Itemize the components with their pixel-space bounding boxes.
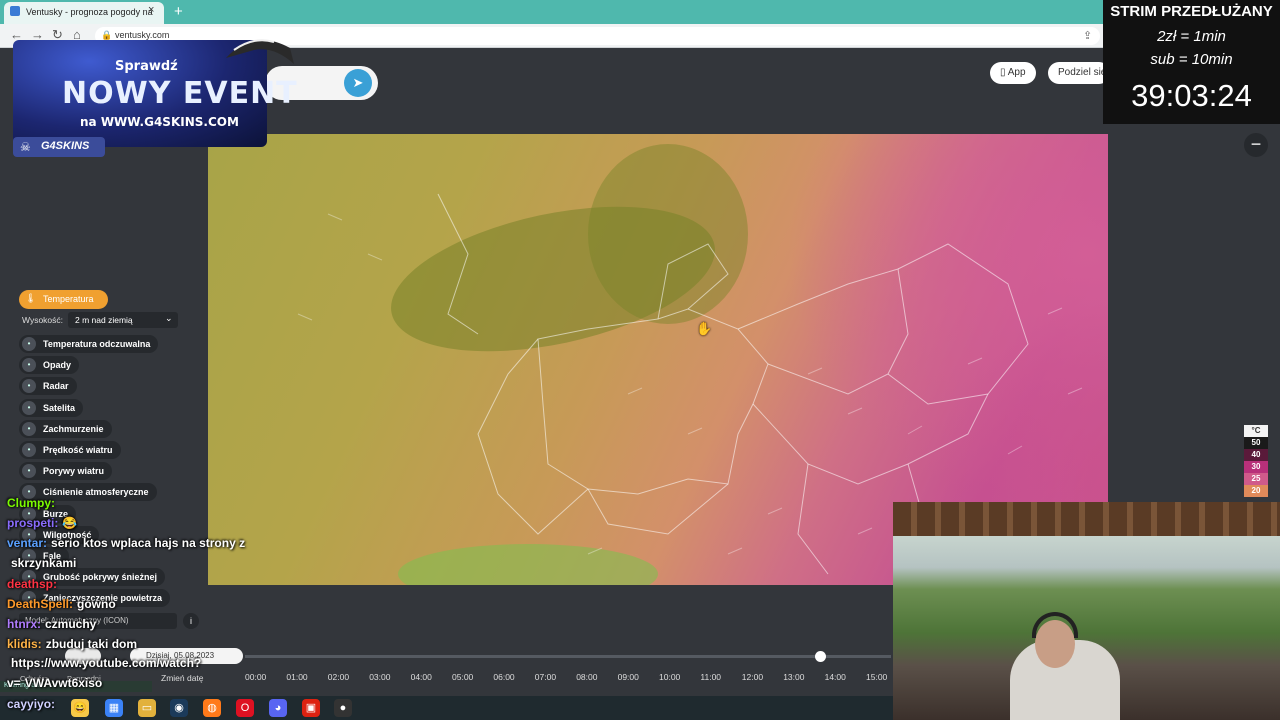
- satellite-icon: •: [22, 400, 36, 415]
- share-page-button[interactable]: Podziel się: [1048, 62, 1110, 84]
- legend-step: 25: [1244, 473, 1268, 485]
- timeline-handle[interactable]: [814, 651, 826, 662]
- phone-icon: ▯: [1000, 67, 1008, 78]
- promo-headline: NOWY EVENT: [62, 76, 298, 111]
- chat-text: serio ktos wplaca hajs na strony z: [51, 536, 246, 550]
- chat-message: deathsp:: [7, 577, 61, 591]
- chat-text: VWAvwt6xiso: [24, 676, 103, 690]
- timeline-hour[interactable]: 02:00: [328, 672, 349, 682]
- chat-message: DeathSpell: gowno: [7, 597, 116, 611]
- legend-step: 50: [1244, 437, 1268, 449]
- chat-text: gowno: [77, 597, 116, 611]
- timeline-hour[interactable]: 13:00: [783, 672, 804, 682]
- opera-icon[interactable]: O: [236, 699, 254, 717]
- chat-message: Clumpy:: [7, 496, 59, 510]
- ventusky-favicon-icon: [10, 6, 20, 16]
- wind-icon: •: [22, 443, 36, 457]
- obs-icon[interactable]: ●: [334, 699, 352, 717]
- promo-url: na WWW.G4SKINS.COM: [80, 115, 239, 129]
- chat-text: 😂: [62, 516, 78, 530]
- timeline-hour[interactable]: 06:00: [493, 672, 514, 682]
- chat-message: klidis: zbuduj taki dom: [7, 637, 137, 651]
- timeline-hour[interactable]: 00:00: [245, 672, 266, 682]
- locate-icon[interactable]: ➤: [344, 69, 372, 97]
- change-date-link[interactable]: Zmień datę: [161, 673, 204, 683]
- hand-cursor-icon: ✋: [696, 321, 713, 336]
- timeline-hour[interactable]: 04:00: [411, 672, 432, 682]
- timeline-hour[interactable]: 03:00: [369, 672, 390, 682]
- chat-nick: DeathSpell:: [7, 597, 74, 611]
- chat-text: czmuchy: [45, 617, 97, 631]
- taskbar: [0, 696, 893, 720]
- firefox-icon[interactable]: ◍: [203, 699, 221, 717]
- new-tab-button[interactable]: +: [174, 3, 183, 20]
- timeline-hour[interactable]: 05:00: [452, 672, 473, 682]
- timeline-track[interactable]: [245, 655, 891, 658]
- stream-rate-sub: sub = 10min: [1150, 51, 1233, 68]
- chat-nick: htnrx:: [7, 617, 41, 631]
- timeline-hour[interactable]: 12:00: [742, 672, 763, 682]
- chat-nick: Clumpy:: [7, 496, 55, 510]
- feels-like-icon: •: [22, 337, 36, 351]
- windows-icon[interactable]: ▦: [105, 699, 123, 717]
- chat-text: skrzynkami: [11, 556, 77, 570]
- timeline-hour[interactable]: 14:00: [825, 672, 846, 682]
- discord-icon[interactable]: ◕: [269, 699, 287, 717]
- folder-icon[interactable]: ▭: [138, 699, 156, 717]
- timeline-hour[interactable]: 07:00: [535, 672, 556, 682]
- app-button[interactable]: ▯ App: [990, 62, 1036, 84]
- chat-message: cayyiyo:: [7, 697, 59, 711]
- legend-step: 20: [1244, 485, 1268, 497]
- chat-message: https://www.youtube.com/watch?: [7, 656, 201, 670]
- chat-text: https://www.youtube.com/watch?: [11, 656, 202, 670]
- cloud-icon: •: [22, 421, 36, 436]
- timeline-hour[interactable]: 11:00: [700, 672, 721, 682]
- skull-icon: ☠: [20, 140, 31, 154]
- chat-message: ventar: serio ktos wplaca hajs na strony …: [7, 536, 245, 550]
- tab-close-icon[interactable]: ×: [148, 4, 154, 16]
- share-icon[interactable]: ⇪: [1083, 29, 1092, 42]
- height-select[interactable]: 2 m nad ziemią: [68, 312, 178, 328]
- address-text: ventusky.com: [115, 30, 170, 40]
- chat-nick: ventar:: [7, 536, 48, 550]
- timeline-hour[interactable]: 01:00: [286, 672, 307, 682]
- promo-line1: Sprawdź: [115, 59, 178, 74]
- timeline-hour[interactable]: 15:00: [866, 672, 887, 682]
- chat-text: zbuduj taki dom: [45, 637, 138, 651]
- webcam-roof: [893, 502, 1280, 536]
- app-red-icon[interactable]: ▣: [302, 699, 320, 717]
- thermometer-icon: 🌡: [25, 293, 37, 303]
- legend-step: 40: [1244, 449, 1268, 461]
- chat-nick: cayyiyo:: [7, 697, 56, 711]
- timeline-hour[interactable]: 08:00: [576, 672, 597, 682]
- browser-tabbar: [0, 0, 1280, 24]
- chat-message: prospeti: 😂: [7, 516, 77, 530]
- timeline-hour[interactable]: 10:00: [659, 672, 680, 682]
- chat-message: htnrx: czmuchy: [7, 617, 96, 631]
- timeline-hour[interactable]: 09:00: [618, 672, 639, 682]
- legend-step: 30: [1244, 461, 1268, 473]
- zoom-out-button[interactable]: −: [1244, 133, 1268, 157]
- legend-unit: °C: [1244, 425, 1268, 437]
- chat-nick: deathsp:: [7, 577, 58, 591]
- steam-icon[interactable]: ◉: [170, 699, 188, 717]
- browser-tab[interactable]: Ventusky - prognoza pogody na: [4, 2, 164, 24]
- layer-item[interactable]: Temperatura odczuwalna: [19, 335, 159, 353]
- chat-nick: v=: [7, 676, 21, 690]
- tab-title: Ventusky - prognoza pogody na: [26, 7, 153, 17]
- height-label: Wysokość:: [22, 315, 64, 325]
- temperature-legend: °C 50 40 30 25 20: [1244, 425, 1268, 497]
- stream-timer: 39:03:24: [1131, 78, 1252, 113]
- claw-logo-icon: [226, 39, 294, 64]
- stream-title: STRIM PRZEDŁUŻANY: [1110, 3, 1273, 20]
- chat-message: v= VWAvwt6xiso: [7, 676, 102, 690]
- info-button[interactable]: i: [183, 613, 199, 629]
- chevron-down-icon: ⌄: [165, 313, 173, 323]
- chat-nick: prospeti:: [7, 516, 59, 530]
- chat-nick: klidis:: [7, 637, 42, 651]
- chat-message: skrzynkami: [7, 556, 76, 570]
- emoji-icon[interactable]: 😄: [71, 699, 89, 717]
- stream-rate-donation: 2zł = 1min: [1157, 28, 1226, 45]
